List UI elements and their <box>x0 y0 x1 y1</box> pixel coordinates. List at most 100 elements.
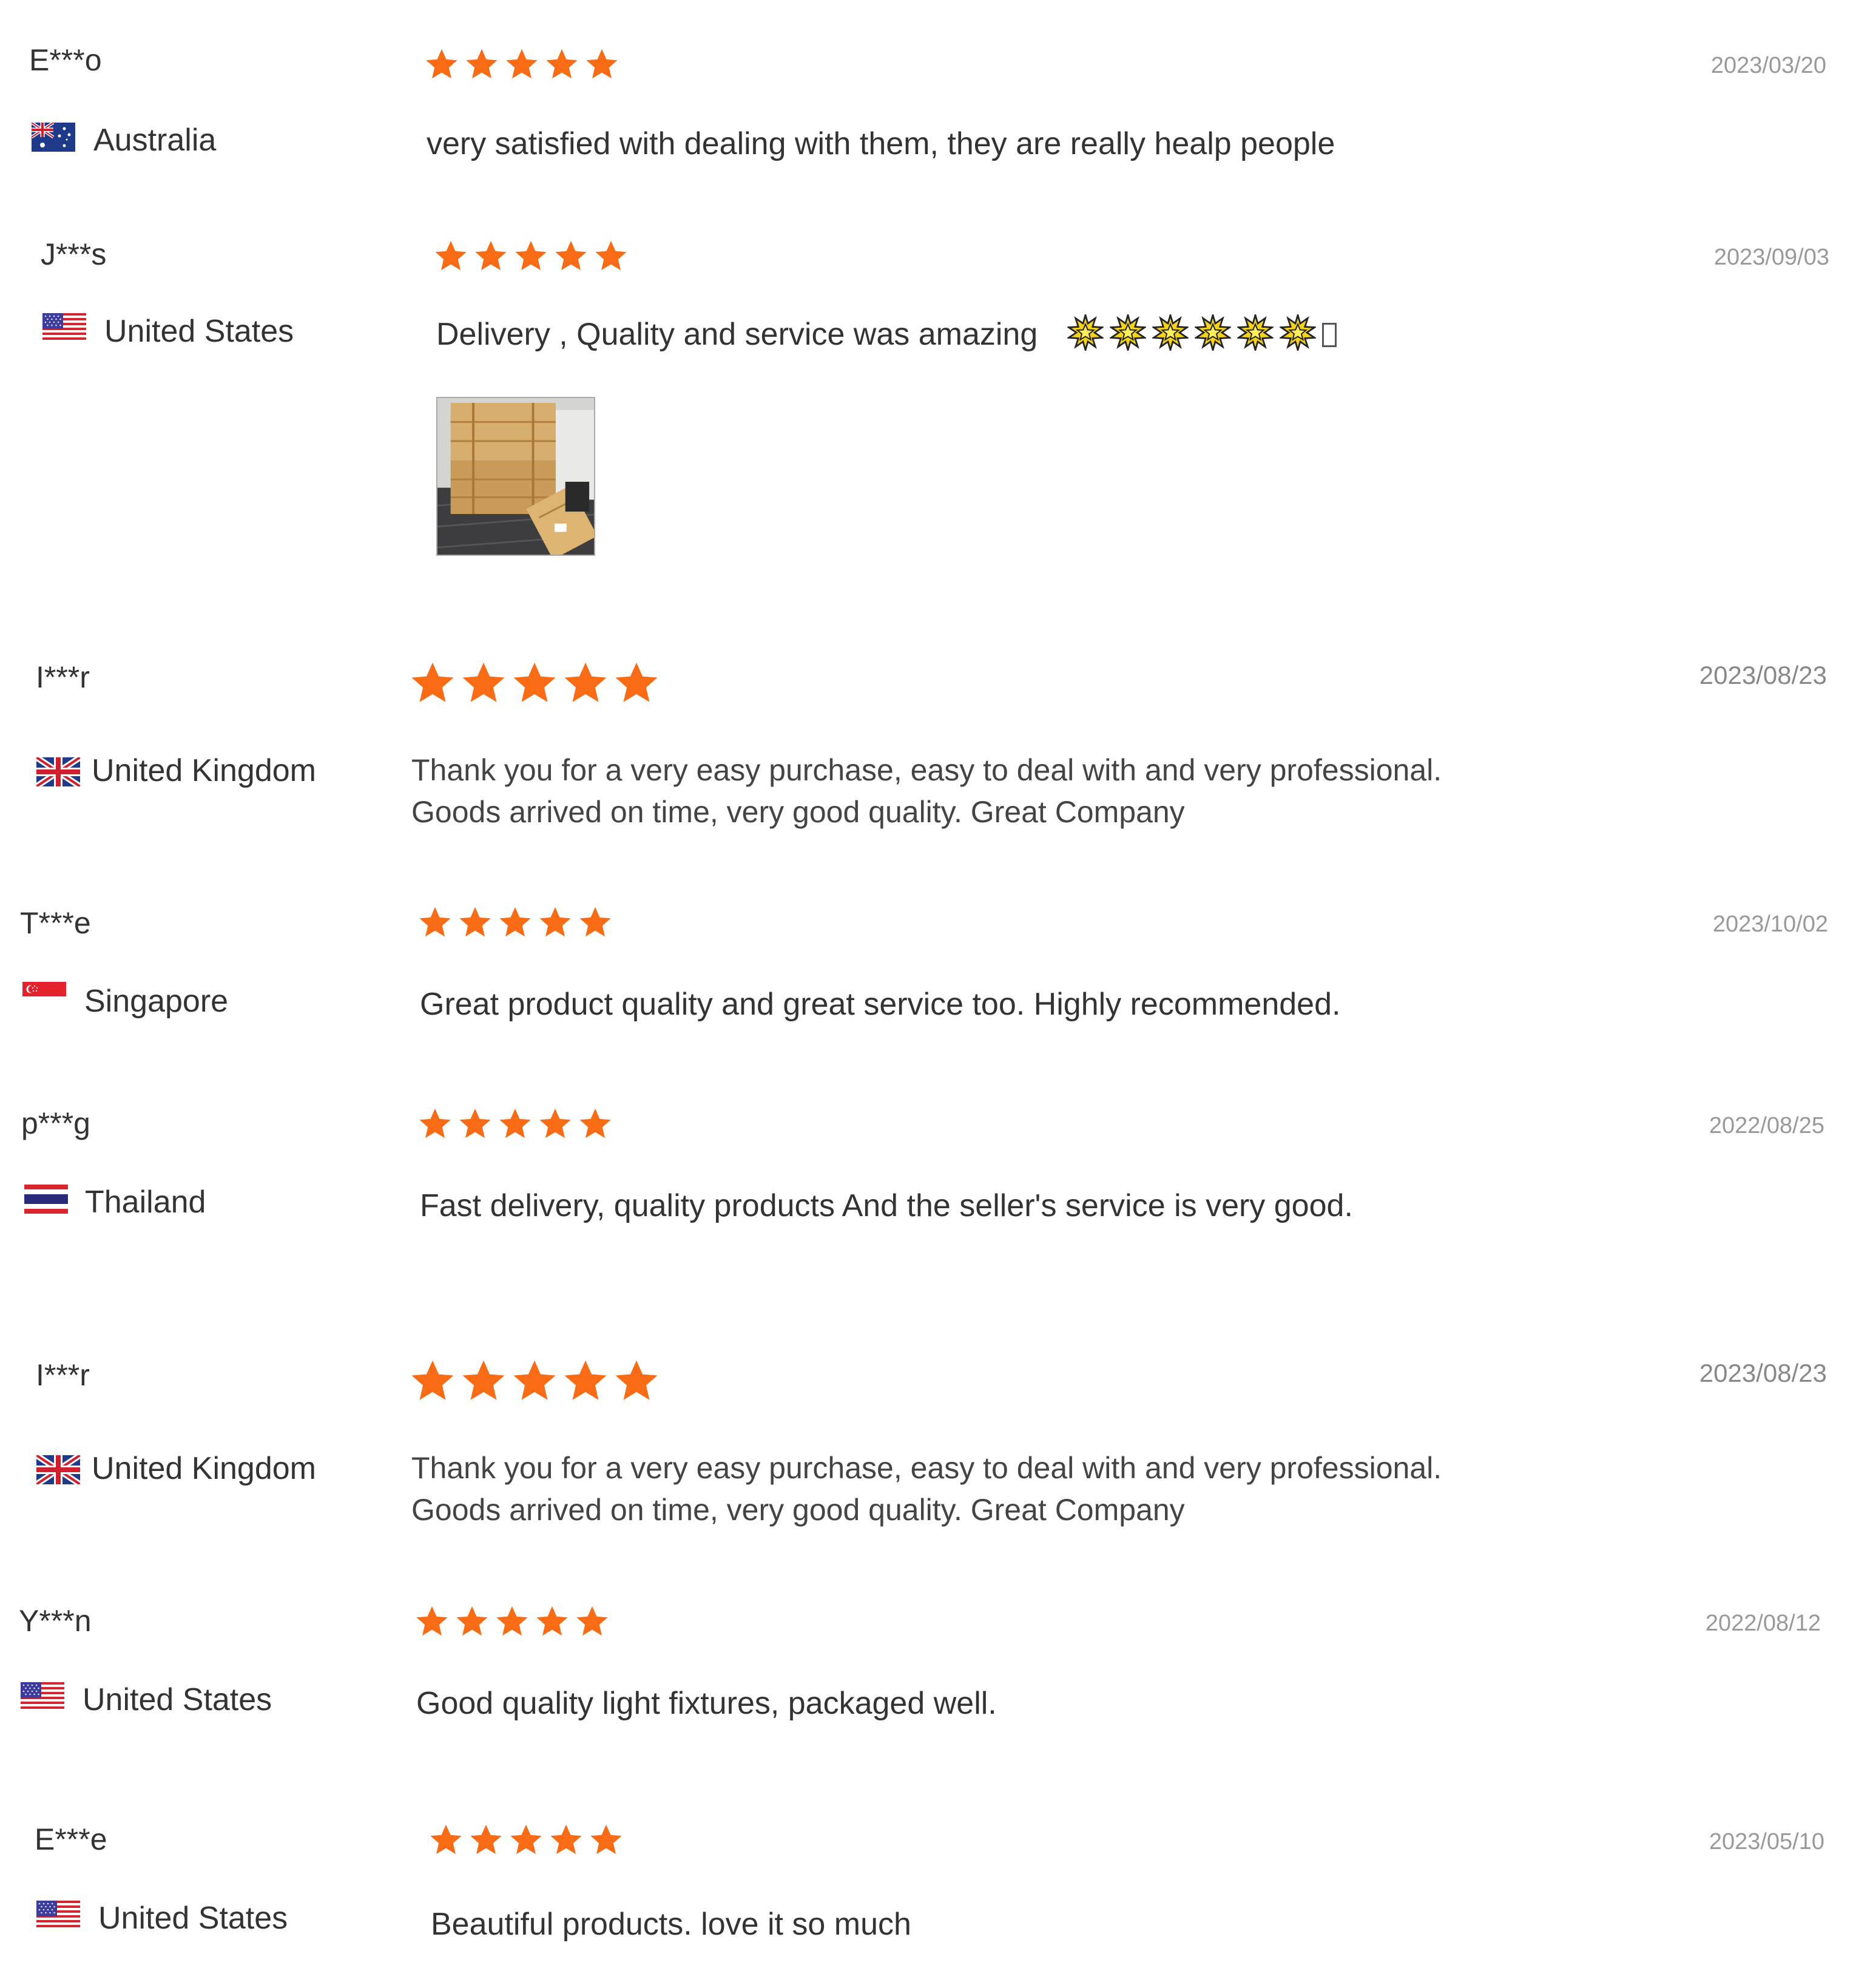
star-rating <box>417 1107 613 1142</box>
star-icon <box>417 1107 453 1142</box>
reviewer-name: I***r <box>36 660 90 694</box>
review-comment: Fast delivery, quality products And the … <box>420 1188 1353 1223</box>
star-icon <box>584 47 619 83</box>
glowing-star-icon <box>1110 314 1146 351</box>
review-date: 2023/08/23 <box>1699 661 1827 689</box>
wooden-crates-photo <box>437 398 594 555</box>
star-icon <box>508 1823 544 1858</box>
reviewer-name: J***s <box>41 237 107 271</box>
reviewer-name: T***e <box>20 906 91 940</box>
reviewer-name: E***o <box>29 43 102 77</box>
reviewer-name: p***g <box>21 1106 90 1140</box>
reviewer-country: United Kingdom <box>92 753 316 788</box>
review-card: T***e Singapore 2023/10/02 Great product… <box>0 880 1856 1080</box>
review-card: E***o Australia 2023/03/20 very satisfie… <box>0 0 1856 200</box>
reviewer-country: United States <box>104 314 294 349</box>
star-icon <box>433 239 468 274</box>
review-date: 2023/03/20 <box>1710 53 1826 78</box>
flag-united-states-icon <box>36 1901 80 1930</box>
review-comment: Good quality light fixtures, packaged we… <box>416 1686 997 1721</box>
review-comment-line: Goods arrived on time, very good quality… <box>411 1493 1185 1527</box>
review-date: 2023/05/10 <box>1709 1829 1824 1854</box>
star-icon <box>553 239 589 274</box>
star-icon <box>454 1604 490 1640</box>
reviewer-country: Singapore <box>84 984 229 1019</box>
review-date: 2023/09/03 <box>1713 245 1829 270</box>
flag-united-states-icon <box>21 1682 64 1711</box>
star-icon <box>511 660 558 708</box>
review-comment: very satisfied with dealing with them, t… <box>427 126 1335 161</box>
star-rating <box>417 905 613 941</box>
star-icon <box>498 1107 533 1142</box>
star-icon <box>613 1358 660 1405</box>
star-icon <box>544 47 579 83</box>
review-card: E***e United States 2023/05/10 Beautiful… <box>0 1796 1856 1988</box>
star-icon <box>460 660 507 708</box>
star-icon <box>457 1107 493 1142</box>
review-comment: Beautiful products. love it so much <box>431 1907 911 1942</box>
star-icon <box>409 660 456 708</box>
star-icon <box>578 905 613 941</box>
reviewer-country: Thailand <box>85 1185 206 1220</box>
review-date: 2023/08/23 <box>1699 1359 1827 1387</box>
star-icon <box>562 660 609 708</box>
glowing-star-icon <box>1067 314 1104 351</box>
review-comment-line: Goods arrived on time, very good quality… <box>411 795 1185 829</box>
review-comment-line: Thank you for a very easy purchase, easy… <box>411 1451 1442 1485</box>
review-date: 2022/08/25 <box>1709 1113 1824 1138</box>
star-rating <box>424 47 619 83</box>
glowing-star-icon <box>1280 314 1316 351</box>
star-icon <box>428 1823 464 1858</box>
star-icon <box>613 660 660 708</box>
star-icon <box>589 1823 624 1858</box>
review-date: 2023/10/02 <box>1712 911 1828 937</box>
star-rating <box>428 1823 624 1858</box>
star-icon <box>593 239 629 274</box>
reviewer-country: United States <box>98 1901 288 1936</box>
reviewer-country: United Kingdom <box>92 1451 316 1486</box>
review-photo[interactable] <box>436 397 595 556</box>
star-icon <box>513 239 548 274</box>
star-icon <box>538 1107 573 1142</box>
review-date: 2022/08/12 <box>1705 1611 1821 1636</box>
star-icon <box>575 1604 610 1640</box>
star-icon <box>511 1358 558 1405</box>
star-icon <box>460 1358 507 1405</box>
review-card: p***g Thailand 2022/08/25 Fast delivery,… <box>0 1080 1856 1335</box>
star-icon <box>504 47 539 83</box>
flag-singapore-icon <box>22 982 66 1011</box>
star-icon <box>548 1823 584 1858</box>
star-icon <box>494 1604 530 1640</box>
flag-united-kingdom-icon <box>36 1455 80 1484</box>
glowing-star-icon <box>1195 314 1231 351</box>
star-icon <box>464 47 499 83</box>
reviewer-name: I***r <box>36 1358 90 1392</box>
review-comment-text: Delivery , Quality and service was amazi… <box>436 317 1038 352</box>
reviewer-country: United States <box>83 1682 272 1717</box>
star-icon <box>535 1604 570 1640</box>
star-icon <box>562 1358 609 1405</box>
star-icon <box>414 1604 450 1640</box>
reviewer-name: E***e <box>35 1822 107 1856</box>
star-rating <box>409 660 660 708</box>
review-card: Y***n United States 2022/08/12 Good qual… <box>0 1578 1856 1796</box>
star-icon <box>468 1823 504 1858</box>
flag-united-kingdom-icon <box>36 757 80 786</box>
review-card: I***r United Kingdom 2023/08/23 Thank yo… <box>0 649 1856 880</box>
reviewer-country: Australia <box>93 123 217 158</box>
star-icon <box>409 1358 456 1405</box>
review-comment: Delivery , Quality and service was amazi… <box>436 314 1337 356</box>
review-card: J***s United States 2023/09/03 Delivery … <box>0 200 1856 589</box>
star-icon <box>473 239 508 274</box>
review-card: I***r United Kingdom 2023/08/23 Thank yo… <box>0 1347 1856 1578</box>
missing-glyph-icon <box>1322 323 1337 347</box>
star-icon <box>538 905 573 941</box>
flag-australia-icon <box>32 123 75 152</box>
star-icon <box>578 1107 613 1142</box>
review-comment: Great product quality and great service … <box>420 987 1341 1022</box>
star-icon <box>457 905 493 941</box>
flag-thailand-icon <box>24 1185 68 1214</box>
glowing-star-icon <box>1237 314 1274 351</box>
star-icon <box>498 905 533 941</box>
review-comment-line: Thank you for a very easy purchase, easy… <box>411 753 1442 787</box>
